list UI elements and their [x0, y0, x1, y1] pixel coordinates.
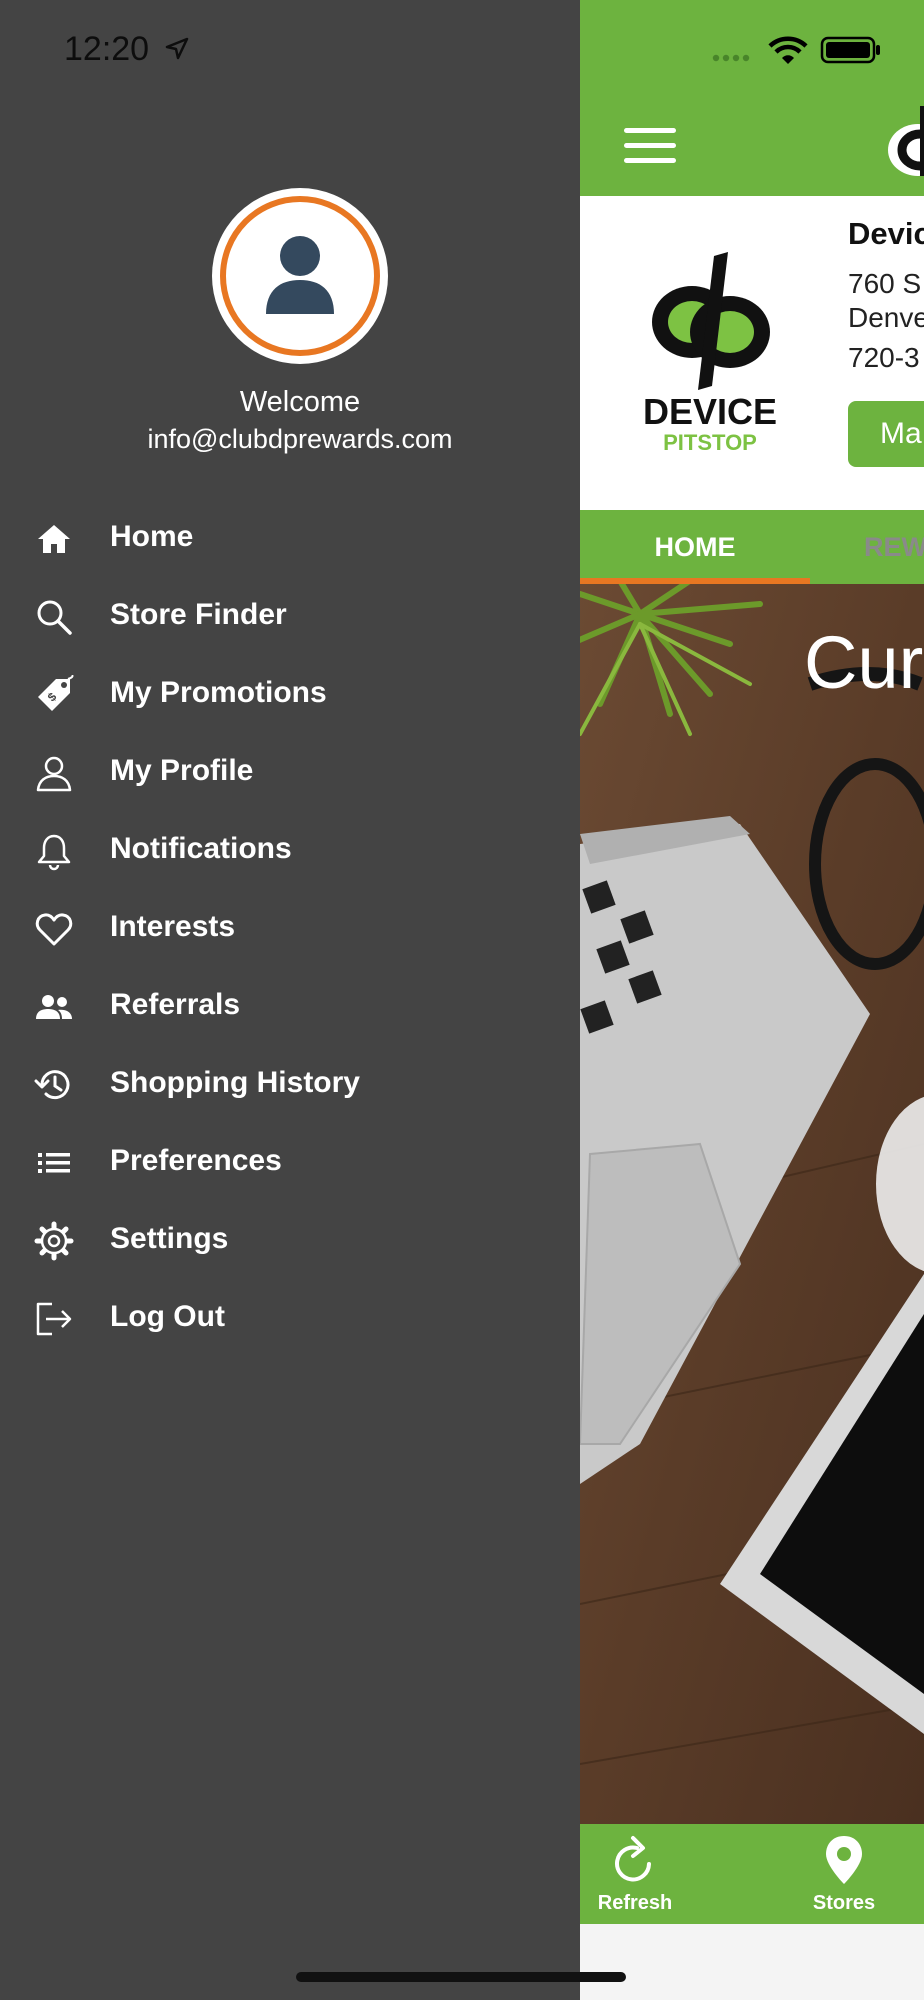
user-silhouette-icon	[266, 236, 334, 314]
menu-item-label: Log Out	[110, 1300, 225, 1333]
menu-item-label: My Profile	[110, 754, 254, 787]
menu-item-label: Referrals	[110, 988, 241, 1021]
tab-bar: HOME REW	[580, 510, 924, 584]
menu-item-settings[interactable]: Settings	[0, 1202, 580, 1280]
signal-wifi-battery-icon	[712, 36, 880, 64]
status-time: 12:20	[64, 30, 150, 68]
menu-item-referrals[interactable]: Referrals	[0, 968, 580, 1046]
home-icon	[38, 525, 70, 553]
hero-title: Cur	[804, 621, 924, 704]
avatar[interactable]	[212, 188, 388, 364]
location-pin-icon	[826, 1836, 862, 1884]
tag-icon: $	[38, 675, 74, 711]
menu-toggle-button[interactable]	[624, 128, 676, 164]
user-email: info@clubdprewards.com	[147, 424, 453, 454]
menu-item-my-promotions[interactable]: $ My Promotions	[0, 656, 580, 734]
store-phone[interactable]: 720-3	[848, 342, 920, 374]
store-name: Devic	[848, 216, 924, 251]
main-app-panel: DEVICE PITSTOP Devic 760 S Denve 720-3 M…	[580, 0, 924, 2000]
group-icon	[36, 995, 72, 1019]
header-brand-logo	[880, 100, 924, 180]
menu-item-my-profile[interactable]: My Profile	[0, 734, 580, 812]
stores-button[interactable]: Stores	[789, 1824, 899, 1924]
svg-text:DEVICE: DEVICE	[643, 391, 777, 432]
stores-label: Stores	[812, 1892, 876, 1914]
hero-image: Cur	[580, 584, 924, 1824]
bottom-safe-area	[580, 1924, 924, 2000]
history-icon	[34, 1070, 70, 1100]
logout-icon	[36, 1302, 72, 1336]
menu-item-shopping-history[interactable]: Shopping History	[0, 1046, 580, 1124]
bell-icon	[37, 834, 71, 871]
app-header	[580, 0, 924, 196]
refresh-icon	[615, 1836, 651, 1882]
store-city: Denve	[848, 302, 924, 333]
menu-item-notifications[interactable]: Notifications	[0, 812, 580, 890]
menu-item-label: Shopping History	[110, 1066, 360, 1099]
menu-item-label: Preferences	[110, 1144, 282, 1177]
device-pitstop-logo: DEVICE PITSTOP	[630, 236, 790, 456]
side-drawer: 12:20 Welcome info@clubdprewards.com Hom…	[0, 0, 580, 2000]
store-action-button[interactable]: Ma	[848, 401, 924, 467]
menu-item-label: Home	[110, 520, 194, 553]
menu-item-preferences[interactable]: Preferences	[0, 1124, 580, 1202]
refresh-button[interactable]: Refresh	[580, 1824, 690, 1924]
user-icon	[36, 756, 72, 792]
store-street: 760 S	[848, 268, 922, 299]
tab-rewards[interactable]: REW	[864, 510, 924, 584]
heart-icon	[35, 913, 73, 946]
svg-text:PITSTOP: PITSTOP	[663, 430, 757, 455]
home-indicator	[296, 1972, 626, 1982]
menu-item-label: Notifications	[110, 832, 292, 865]
bottom-nav-bar: Refresh Stores	[580, 1824, 924, 1924]
refresh-label: Refresh	[597, 1892, 673, 1914]
hamburger-line	[624, 143, 676, 148]
menu-item-log-out[interactable]: Log Out	[0, 1280, 580, 1358]
menu-item-label: Interests	[110, 910, 236, 943]
menu-item-label: My Promotions	[110, 676, 327, 709]
menu-item-label: Settings	[110, 1222, 229, 1255]
tab-home[interactable]: HOME	[580, 510, 810, 584]
location-arrow-icon	[165, 37, 189, 60]
search-icon	[37, 600, 72, 635]
menu-item-home[interactable]: Home	[0, 500, 580, 578]
hamburger-line	[624, 158, 676, 163]
gear-icon	[34, 1221, 74, 1261]
menu-item-store-finder[interactable]: Store Finder	[0, 578, 580, 656]
menu-item-label: Store Finder	[110, 598, 287, 631]
welcome-text: Welcome	[239, 386, 361, 418]
status-indicators	[710, 34, 920, 66]
store-card: DEVICE PITSTOP Devic 760 S Denve 720-3 M…	[580, 196, 924, 510]
list-icon	[38, 1153, 70, 1173]
desk-photo	[580, 584, 924, 1824]
hamburger-line	[624, 128, 676, 133]
menu-item-interests[interactable]: Interests	[0, 890, 580, 968]
